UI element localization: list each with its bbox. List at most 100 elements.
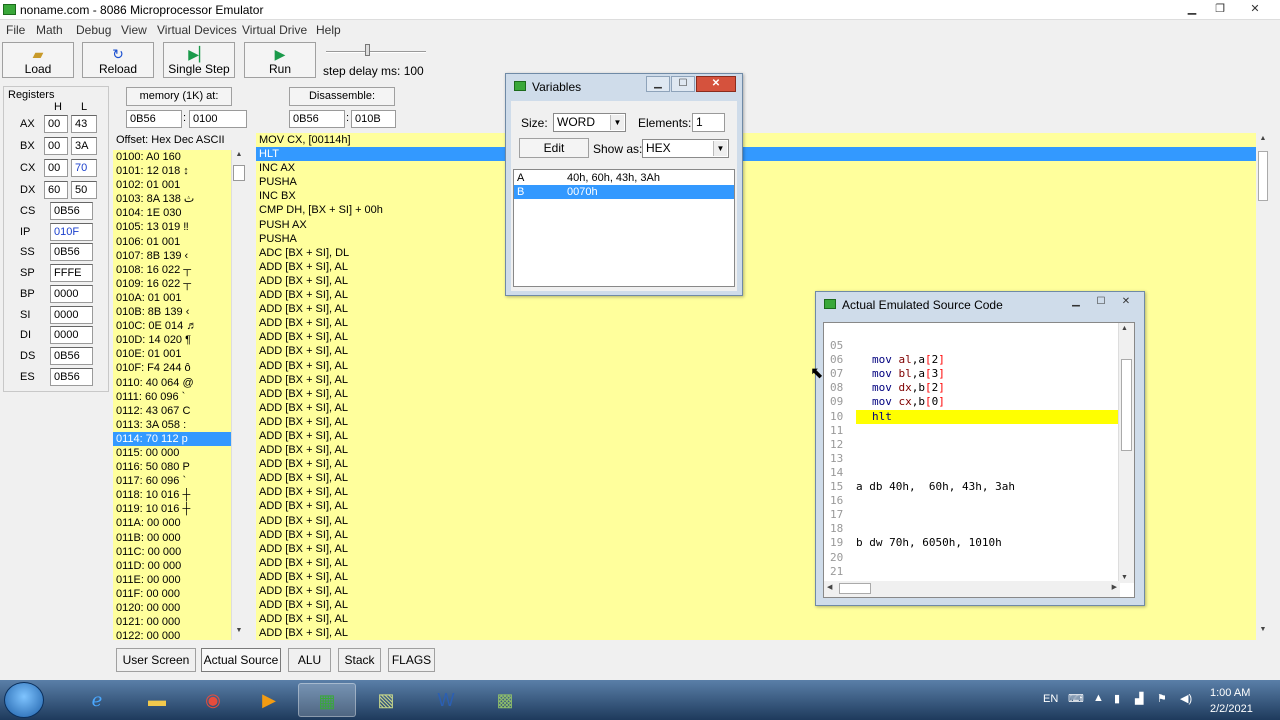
disassembly-row[interactable]: ADD [BX + SI], AL xyxy=(256,612,1256,626)
memory-row[interactable]: 0108: 16 022 ┬ xyxy=(113,263,231,277)
register-ax-high[interactable]: 00 xyxy=(44,115,68,133)
disassembly-row[interactable]: ADD [BX + SI], AL xyxy=(256,274,1256,288)
tab-alu[interactable]: ALU xyxy=(288,648,331,672)
memory-row[interactable]: 0104: 1E 030 xyxy=(113,206,231,220)
tab-user-screen[interactable]: User Screen xyxy=(116,648,196,672)
memory-row[interactable]: 011F: 00 000 xyxy=(113,587,231,601)
memory-row[interactable]: 0103: 8A 138 ث xyxy=(113,192,231,206)
register-ip[interactable]: 010F xyxy=(50,222,93,241)
source-title-bar[interactable]: Actual Emulated Source Code ▁ ☐ ✕ xyxy=(816,292,1144,316)
disassemble-offset-input[interactable]: 010B xyxy=(351,110,396,128)
title-bar[interactable]: noname.com - 8086 Microprocessor Emulato… xyxy=(0,0,1280,20)
source-line[interactable]: 14 xyxy=(824,452,1118,479)
disassembly-row[interactable]: ADD [BX + SI], AL xyxy=(256,626,1256,640)
battery-icon[interactable]: ▮ xyxy=(1114,692,1120,705)
volume-icon[interactable]: ◀) xyxy=(1180,692,1192,705)
network-icon[interactable]: ▟ xyxy=(1135,692,1143,705)
memory-segment-input[interactable]: 0B56 xyxy=(126,110,182,128)
variables-window[interactable]: Variables ▁ ☐ ✕ Size: WORD ▼ Elements: 1… xyxy=(505,73,743,296)
source-code-window[interactable]: Actual Emulated Source Code ▁ ☐ ✕ 05 06 m… xyxy=(815,291,1145,606)
source-hscrollbar[interactable]: ◀ ▶ xyxy=(824,581,1120,597)
source-line[interactable]: 07 mov bl,a[3] xyxy=(824,353,1118,380)
source-line[interactable]: 17 xyxy=(824,494,1118,521)
disassembly-row[interactable]: ADC [BX + SI], DL xyxy=(256,246,1256,260)
slider-thumb[interactable] xyxy=(365,44,370,56)
register-ds[interactable]: 0B56 xyxy=(50,346,93,365)
source-line[interactable]: 10 hlt xyxy=(824,396,1118,424)
register-si[interactable]: 0000 xyxy=(50,305,93,324)
maximize-icon[interactable]: ☐ xyxy=(1089,294,1113,310)
memory-row[interactable]: 0113: 3A 058 : xyxy=(113,418,231,432)
show-as-select[interactable]: HEX ▼ xyxy=(642,139,729,158)
memory-offset-input[interactable]: 0100 xyxy=(189,110,247,128)
memory-row[interactable]: 010F: F4 244 ô xyxy=(113,361,231,375)
disassembly-row[interactable]: ADD [BX + SI], AL xyxy=(256,260,1256,274)
source-line[interactable]: 22 xyxy=(824,565,1118,581)
close-icon[interactable]: ✕ xyxy=(696,76,736,92)
close-icon[interactable]: ✕ xyxy=(1114,294,1138,310)
memory-row[interactable]: 010B: 8B 139 ‹ xyxy=(113,305,231,319)
scroll-up-icon[interactable]: ▲ xyxy=(1257,135,1269,147)
source-line[interactable]: 20 xyxy=(824,537,1118,564)
menu-virtual-drive[interactable]: Virtual Drive xyxy=(242,23,307,37)
minimize-icon[interactable]: ▁ xyxy=(1179,2,1205,17)
load-button[interactable]: ▰ Load xyxy=(2,42,74,78)
disassembly-row[interactable]: MOV CX, [00114h] xyxy=(256,133,1256,147)
disassembly-row[interactable]: INC BX xyxy=(256,189,1256,203)
tab-flags[interactable]: FLAGS xyxy=(388,648,435,672)
register-bx-high[interactable]: 00 xyxy=(44,137,68,155)
source-line[interactable]: 15 a db 40h, 60h, 43h, 3ah xyxy=(824,466,1118,493)
register-cx-low[interactable]: 70 xyxy=(71,159,97,177)
source-line[interactable]: 16 xyxy=(824,480,1118,507)
memory-row[interactable]: 011C: 00 000 xyxy=(113,545,231,559)
memory-row[interactable]: 0107: 8B 139 ‹ xyxy=(113,249,231,263)
dropdown-arrow-icon[interactable]: ▼ xyxy=(713,141,727,156)
run-button[interactable]: ▶ Run xyxy=(244,42,316,78)
chrome-icon[interactable]: ◉ xyxy=(184,683,242,717)
emu8086-task-icon[interactable]: ▦ xyxy=(298,683,356,717)
disassembly-scrollbar[interactable]: ▲ ▼ xyxy=(1256,133,1270,640)
disassembly-row[interactable]: INC AX xyxy=(256,161,1256,175)
menu-view[interactable]: View xyxy=(121,23,147,37)
source-line[interactable]: 12 xyxy=(824,424,1118,451)
source-line[interactable]: 18 xyxy=(824,508,1118,535)
menu-file[interactable]: File xyxy=(6,23,25,37)
memory-row[interactable]: 010C: 0E 014 ♬ xyxy=(113,319,231,333)
source-line[interactable]: 19 b dw 70h, 6050h, 1010h xyxy=(824,522,1118,549)
memory-row[interactable]: 0117: 60 096 ` xyxy=(113,474,231,488)
memory-row[interactable]: 0114: 70 112 p xyxy=(113,431,231,446)
clock-time[interactable]: 1:00 AM xyxy=(1210,687,1250,699)
register-bp[interactable]: 0000 xyxy=(50,284,93,303)
disassembly-row[interactable]: PUSHA xyxy=(256,175,1256,189)
memory-scrollbar[interactable]: ▲ ▼ xyxy=(231,150,245,640)
memory-row[interactable]: 010E: 01 001 xyxy=(113,347,231,361)
tab-stack[interactable]: Stack xyxy=(338,648,381,672)
minimize-icon[interactable]: ▁ xyxy=(1064,294,1088,310)
scroll-up-icon[interactable]: ▲ xyxy=(233,151,245,163)
register-ss[interactable]: 0B56 xyxy=(50,243,93,262)
register-es[interactable]: 0B56 xyxy=(50,367,93,386)
register-bx-low[interactable]: 3A xyxy=(71,137,97,155)
variable-row[interactable]: B 0070h xyxy=(514,185,734,199)
flag-icon[interactable]: ⚑ xyxy=(1157,692,1167,705)
media-player-icon[interactable]: ▶ xyxy=(240,683,298,717)
scroll-thumb[interactable] xyxy=(1258,151,1268,201)
source-line[interactable]: 06 mov al,a[2] xyxy=(824,339,1118,366)
memory-row[interactable]: 0110: 40 064 @ xyxy=(113,376,231,390)
minimize-icon[interactable]: ▁ xyxy=(646,76,670,92)
size-select[interactable]: WORD ▼ xyxy=(553,113,626,132)
explorer-folder-icon[interactable]: ▬ xyxy=(128,683,186,717)
scroll-left-icon[interactable]: ◀ xyxy=(827,583,832,591)
source-editor[interactable]: 05 06 mov al,a[2] 07 mov bl,a[3] 08 mov dx,… xyxy=(823,322,1135,598)
tray-expand-icon[interactable]: ▲ xyxy=(1093,692,1104,704)
menu-help[interactable]: Help xyxy=(316,23,341,37)
memory-row[interactable]: 010D: 14 020 ¶ xyxy=(113,333,231,347)
memory-row[interactable]: 0105: 13 019 ‼ xyxy=(113,220,231,234)
memory-row[interactable]: 0112: 43 067 C xyxy=(113,404,231,418)
source-line[interactable]: 11 xyxy=(824,410,1118,437)
register-dx-low[interactable]: 50 xyxy=(71,181,97,199)
source-line[interactable]: 09 mov cx,b[0] xyxy=(824,381,1118,408)
memory-row[interactable]: 0122: 00 000 xyxy=(113,629,231,640)
register-ax-low[interactable]: 43 xyxy=(71,115,97,133)
disassemble-button[interactable]: Disassemble: xyxy=(289,87,395,106)
